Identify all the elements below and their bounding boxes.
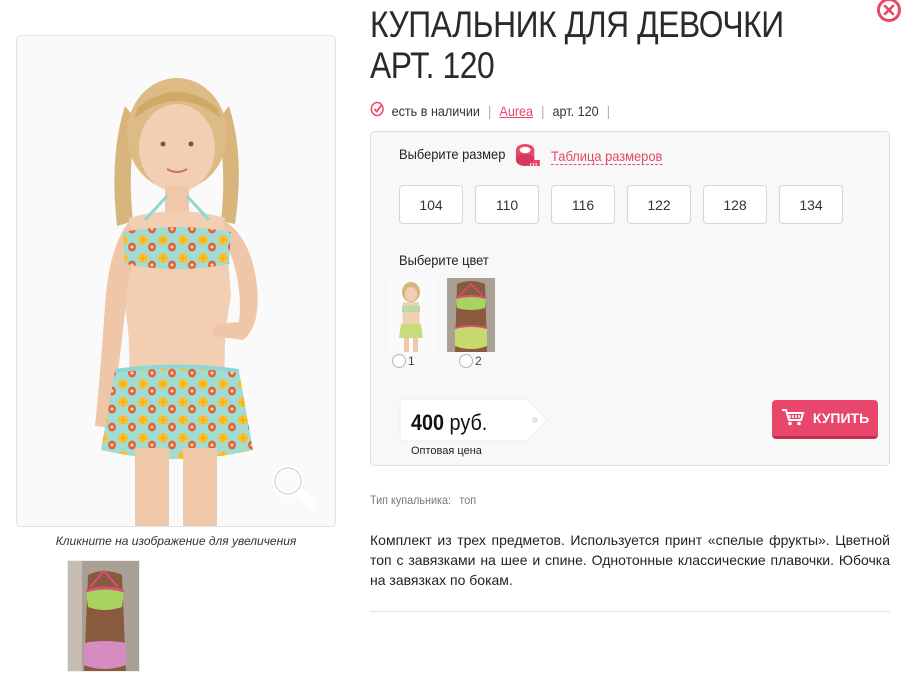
brand-link[interactable]: Aurea [499,103,533,119]
close-button[interactable] [877,0,901,22]
separator: | [488,102,492,119]
radio-button[interactable] [459,354,473,368]
product-meta: есть в наличии | Aurea | арт. 120 | [370,101,618,120]
price-currency: руб. [449,410,488,435]
separator: | [541,102,545,119]
article-number: арт. 120 [552,102,599,119]
color-swatch-1[interactable] [387,278,435,352]
size-option[interactable]: 110 [475,185,539,224]
gallery-thumbnail[interactable] [67,560,140,672]
product-description: Комплект из трех предметов. Используется… [370,532,890,588]
availability-status: есть в наличии [391,102,480,119]
main-product-image[interactable] [16,35,336,527]
buy-button[interactable]: КУПИТЬ [772,400,878,439]
purchase-options-panel: Выберите размер Таблица размеров 104 110… [370,131,890,466]
color-swatch-2[interactable] [447,278,495,352]
size-label: Выберите размер [399,146,506,162]
color-radio-2[interactable]: 2 [459,354,482,368]
size-table-link[interactable]: Таблица размеров [515,142,672,171]
size-option[interactable]: 116 [551,185,615,224]
price-amount: 400 [411,410,445,435]
divider [370,611,890,612]
measuring-tape-icon [515,142,541,171]
size-option[interactable]: 134 [779,185,843,224]
color-radio-1[interactable]: 1 [392,354,415,368]
color-option-label: 1 [408,354,415,368]
size-option[interactable]: 104 [399,185,463,224]
size-option[interactable]: 128 [703,185,767,224]
color-option-label: 2 [475,354,482,368]
radio-button[interactable] [392,354,406,368]
close-icon [883,4,895,16]
size-table-label: Таблица размеров [551,148,663,165]
product-title: КУПАЛЬНИК ДЛЯ ДЕВОЧКИ АРТ. 120 [370,4,784,86]
color-label: Выберите цвет [399,252,489,268]
image-caption: Кликните на изображение для увеличения [55,534,297,548]
product-attribute: Тип купальника: топ [370,493,476,507]
price: 400 руб. [411,410,487,436]
zoom-icon[interactable] [269,462,317,510]
size-selector: 104 110 116 122 128 134 [399,185,855,224]
attribute-value: топ [459,493,477,507]
check-circle-icon [370,101,384,120]
buy-button-label: КУПИТЬ [812,410,870,426]
shopping-cart-icon [781,408,805,429]
attribute-name: Тип купальника: [370,493,451,507]
size-option[interactable]: 122 [627,185,691,224]
price-type: Оптовая цена [411,445,482,457]
separator: | [606,102,611,119]
